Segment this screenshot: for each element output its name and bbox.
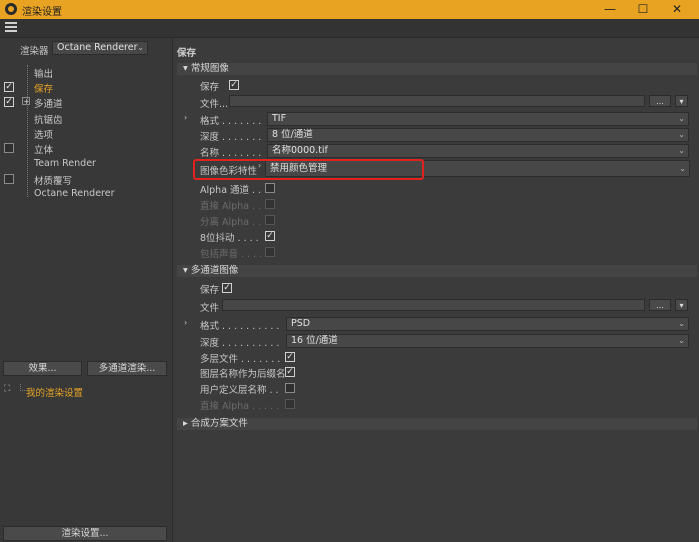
include-sound-label: 包括声音 . . . . bbox=[200, 249, 263, 260]
straight-alpha-label: 直接 Alpha . . bbox=[200, 201, 262, 212]
tree-item-octane-renderer[interactable]: Octane Renderer bbox=[34, 188, 115, 199]
hamburger-menu-icon[interactable] bbox=[5, 22, 17, 33]
renderer-dropdown[interactable]: Octane Renderer ⌄ bbox=[52, 41, 148, 55]
chevron-down-icon: ⌄ bbox=[679, 164, 686, 173]
multipass-render-button[interactable]: 多通道渲染... bbox=[87, 361, 167, 376]
format-expand-arrow-icon[interactable]: › bbox=[184, 113, 187, 122]
tree-item-stereo[interactable]: 立体 bbox=[34, 142, 53, 156]
user-defined-layer-name-checkbox[interactable] bbox=[285, 383, 295, 393]
material-override-checkbox[interactable] bbox=[4, 174, 14, 184]
render-settings-button[interactable]: 渲染设置... bbox=[3, 526, 167, 541]
tree-item-output[interactable]: 输出 bbox=[34, 66, 53, 80]
multipass-image-section-header[interactable]: ▾ 多通道图像 bbox=[177, 265, 697, 277]
left-panel bbox=[0, 38, 173, 542]
layer-name-suffix-label: 图层名称作为后缀名 bbox=[200, 369, 286, 380]
close-button[interactable]: ✕ bbox=[662, 0, 692, 19]
regular-image-section-header[interactable]: ▾ 常规图像 bbox=[177, 63, 697, 75]
chevron-down-icon: ⌄ bbox=[678, 336, 685, 345]
expand-triangle-icon: ▾ bbox=[183, 265, 188, 276]
multipass-file-path-field[interactable] bbox=[222, 299, 645, 311]
dither-checkbox[interactable]: ✓ bbox=[265, 231, 275, 241]
preset-render-settings[interactable]: 我的渲染设置 bbox=[26, 385, 83, 399]
regular-name-label: 名称 . . . . . . . bbox=[200, 148, 262, 159]
regular-save-checkbox[interactable]: ✓ bbox=[229, 80, 239, 90]
cinema4d-app-icon bbox=[5, 3, 17, 15]
minimize-button[interactable]: — bbox=[595, 0, 625, 19]
multilayer-file-checkbox[interactable]: ✓ bbox=[285, 352, 295, 362]
renderer-label: 渲染器 bbox=[20, 46, 49, 57]
dither-label: 8位抖动 . . . . bbox=[200, 233, 259, 244]
chevron-down-icon: ⌄ bbox=[678, 146, 685, 155]
regular-name-dropdown[interactable]: 名称0000.tif ⌄ bbox=[267, 144, 689, 158]
chevron-down-icon: ⌄ bbox=[678, 319, 685, 328]
multipass-enable-checkbox[interactable]: ✓ bbox=[4, 97, 14, 107]
tree-item-multipass[interactable]: 多通道 bbox=[34, 96, 63, 110]
straight-alpha-checkbox[interactable] bbox=[265, 199, 275, 209]
stereo-enable-checkbox[interactable] bbox=[4, 143, 14, 153]
tree-guide-line bbox=[27, 65, 29, 197]
regular-file-menu-button[interactable]: ▾ bbox=[675, 95, 688, 107]
regular-save-label: 保存 bbox=[200, 82, 220, 93]
tree-item-options[interactable]: 选项 bbox=[34, 127, 53, 141]
expand-plus-icon[interactable]: + bbox=[22, 97, 30, 106]
chevron-down-icon: ⌄ bbox=[137, 43, 144, 52]
multilayer-file-label: 多层文件 . . . . . . . bbox=[200, 354, 281, 365]
chevron-down-icon: ⌄ bbox=[678, 114, 685, 123]
tree-item-save[interactable]: 保存 bbox=[34, 81, 53, 95]
regular-depth-dropdown[interactable]: 8 位/通道 ⌄ bbox=[267, 128, 689, 142]
regular-file-label: 文件... bbox=[200, 99, 229, 110]
multipass-save-label: 保存 bbox=[200, 285, 220, 296]
multipass-file-menu-button[interactable]: ▾ bbox=[675, 299, 688, 311]
preset-tree-guide bbox=[20, 384, 27, 391]
tree-item-team-render[interactable]: Team Render bbox=[34, 158, 96, 169]
page-title: 保存 bbox=[177, 48, 197, 59]
include-sound-checkbox[interactable] bbox=[265, 247, 275, 257]
preset-icon: ⛶ bbox=[4, 384, 11, 394]
regular-file-path-field[interactable] bbox=[229, 95, 645, 107]
multipass-save-checkbox[interactable]: ✓ bbox=[222, 283, 232, 293]
highlight-annotation-box bbox=[193, 159, 424, 180]
multipass-depth-dropdown[interactable]: 16 位/通道 ⌄ bbox=[286, 334, 689, 348]
alpha-channel-checkbox[interactable] bbox=[265, 183, 275, 193]
collapsed-triangle-icon: ▸ bbox=[183, 418, 188, 429]
expand-triangle-icon: ▾ bbox=[183, 63, 188, 74]
effects-button[interactable]: 效果... bbox=[3, 361, 82, 376]
multipass-format-label: 格式 . . . . . . . . . . bbox=[200, 321, 280, 332]
multipass-depth-label: 深度 . . . . . . . . . . bbox=[200, 338, 280, 349]
window-title: 渲染设置 bbox=[22, 7, 62, 18]
layer-name-suffix-checkbox[interactable]: ✓ bbox=[285, 367, 295, 377]
save-enable-checkbox[interactable]: ✓ bbox=[4, 82, 14, 92]
user-defined-layer-name-label: 用户定义层名称 . . bbox=[200, 385, 279, 396]
multipass-format-expand-arrow-icon[interactable]: › bbox=[184, 318, 187, 327]
menu-bar bbox=[0, 19, 699, 38]
multipass-straight-alpha-checkbox[interactable] bbox=[285, 399, 295, 409]
multipass-format-dropdown[interactable]: PSD ⌄ bbox=[286, 317, 689, 331]
regular-format-dropdown[interactable]: TIF ⌄ bbox=[267, 112, 689, 126]
maximize-button[interactable]: ☐ bbox=[628, 0, 658, 19]
multipass-file-label: 文件 bbox=[200, 303, 220, 314]
regular-format-label: 格式 . . . . . . . bbox=[200, 116, 262, 127]
regular-depth-label: 深度 . . . . . . . bbox=[200, 132, 262, 143]
regular-file-browse-button[interactable]: ... bbox=[649, 95, 671, 107]
tree-item-antialiasing[interactable]: 抗锯齿 bbox=[34, 112, 63, 126]
chevron-down-icon: ⌄ bbox=[678, 130, 685, 139]
separate-alpha-label: 分离 Alpha . . bbox=[200, 217, 262, 228]
tree-item-material-override[interactable]: 材质覆写 bbox=[34, 173, 72, 187]
multipass-file-browse-button[interactable]: ... bbox=[649, 299, 671, 311]
alpha-channel-label: Alpha 通道 . . bbox=[200, 185, 262, 196]
multipass-straight-alpha-label: 直接 Alpha . . . . . bbox=[200, 401, 280, 412]
compositing-file-section-header[interactable]: ▸ 合成方案文件 bbox=[177, 418, 697, 430]
separate-alpha-checkbox[interactable] bbox=[265, 215, 275, 225]
